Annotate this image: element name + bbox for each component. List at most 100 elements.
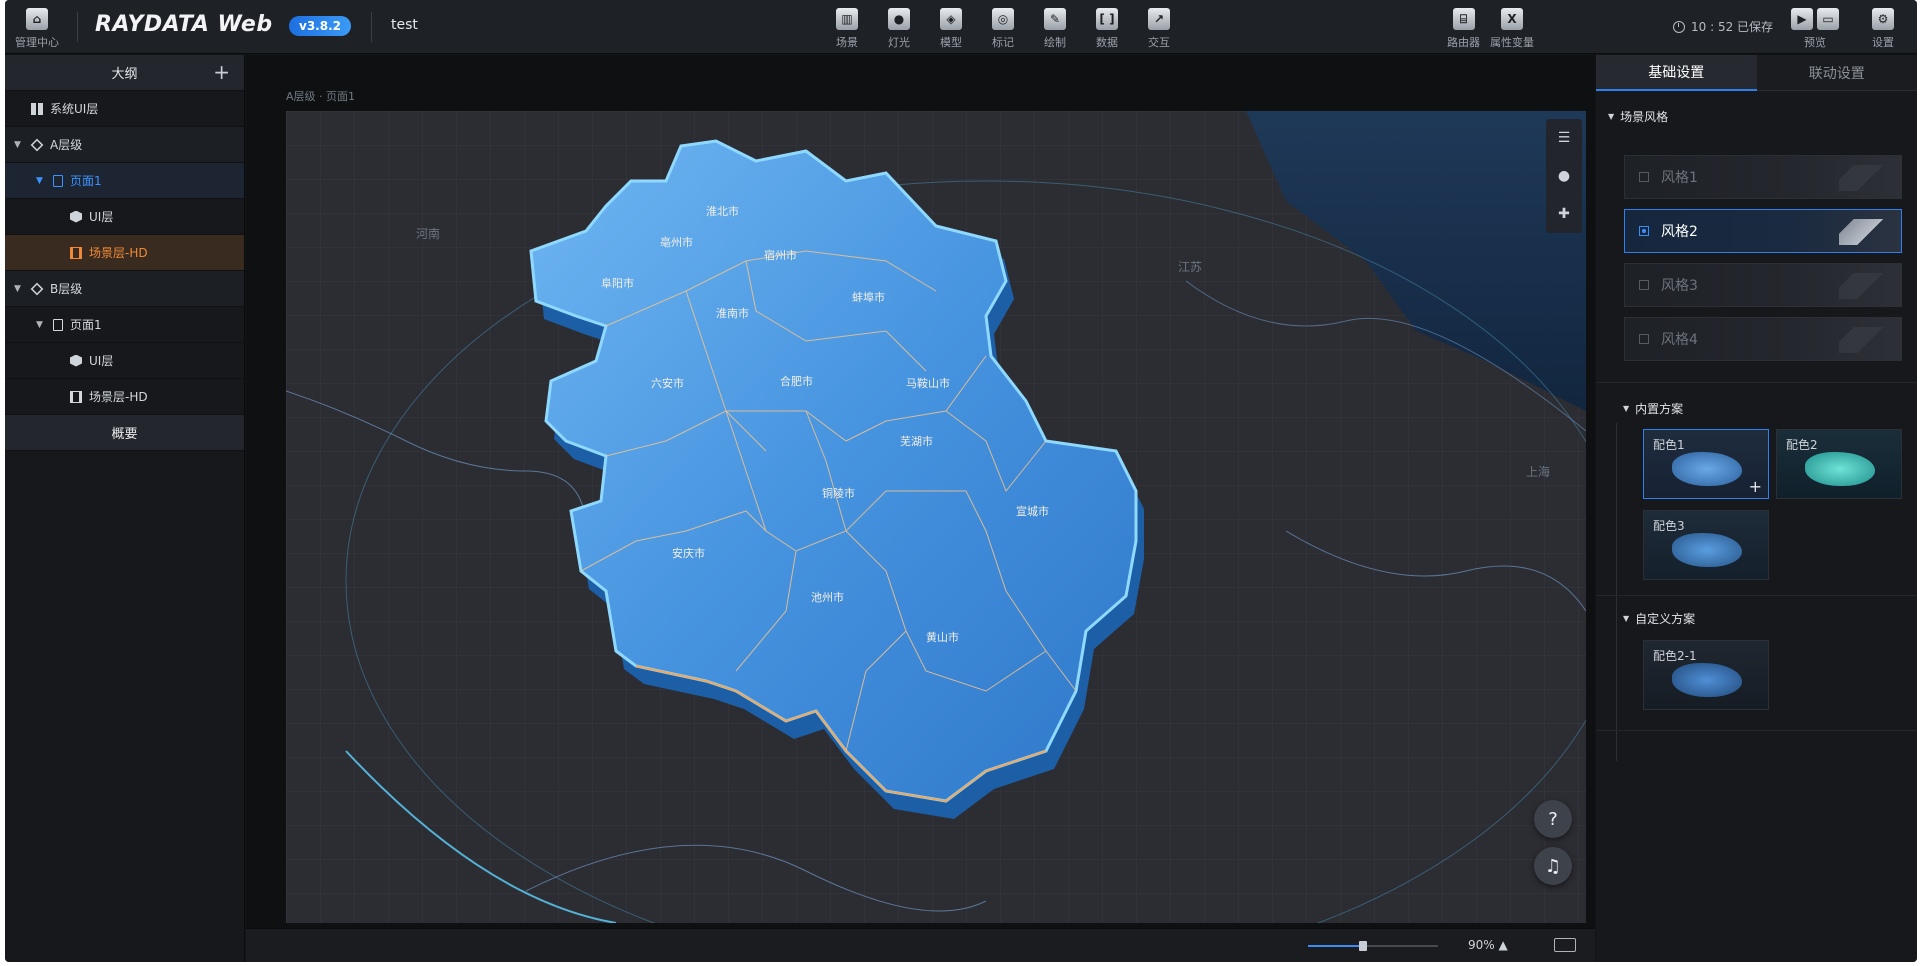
grid-icon (31, 102, 43, 115)
chevron-down-icon[interactable]: ▼ (14, 140, 21, 150)
city-label: 宣城市 (1016, 504, 1049, 518)
chevron-down-icon[interactable]: ▼ (36, 176, 43, 186)
add-layer-button[interactable]: + (213, 62, 230, 82)
radio-checkbox[interactable] (1639, 172, 1649, 182)
tab-basic-settings[interactable]: 基础设置 (1596, 55, 1757, 91)
tree-item-system-ui[interactable]: 系统UI层 (5, 91, 244, 127)
divider (77, 12, 78, 42)
region-label: 上海 (1526, 464, 1550, 479)
radio-checkbox[interactable] (1639, 280, 1649, 290)
style-option-2[interactable]: 风格2 (1624, 209, 1902, 253)
city-label: 安庆市 (672, 546, 705, 560)
divider (1596, 730, 1917, 731)
chevron-down-icon[interactable]: ▼ (14, 284, 21, 294)
tree-item-a-level[interactable]: ▼ A层级 (5, 127, 244, 163)
status-bar: 90% ▲ (246, 928, 1595, 962)
scene-layer-icon (70, 246, 82, 259)
scene-layer-icon (70, 390, 82, 403)
scene-tool-button[interactable]: ▥ 场景 (836, 8, 858, 50)
preview-button[interactable]: ▶ ▭ 预览 (1791, 8, 1839, 50)
tree-item-b-level[interactable]: ▼ B层级 (5, 271, 244, 307)
style-thumbnail (1839, 219, 1887, 245)
editor-canvas-area: A层级 · 页面1 安庆市 池州市 黄山市 宣城市 铜陵市 芜湖市 马鞍山市 合… (246, 55, 1595, 962)
color-scheme-1[interactable]: 配色1 + (1643, 429, 1769, 499)
zoom-slider-knob[interactable] (1358, 941, 1367, 951)
draw-tool-button[interactable]: ✎ 绘制 (1044, 8, 1066, 50)
city-label: 六安市 (651, 376, 684, 390)
help-button[interactable]: ? (1534, 800, 1572, 838)
indent-line (1616, 423, 1617, 645)
scheme-preview (1672, 452, 1742, 486)
city-label: 阜阳市 (601, 276, 634, 290)
custom-schemes-header[interactable]: ▼ 自定义方案 (1623, 603, 1695, 633)
city-label: 蚌埠市 (852, 290, 885, 304)
tree-item-a-page1[interactable]: ▼ 页面1 (5, 163, 244, 199)
zoom-level[interactable]: 90% ▲ (1468, 938, 1508, 952)
data-tool-button[interactable]: [ ] 数据 (1096, 8, 1118, 50)
marker-tool-button[interactable]: ◎ 标记 (992, 8, 1014, 50)
tree-item-b-scene-layer[interactable]: 场景层-HD (5, 379, 244, 415)
viewport-toolbar: ☰ ● ✚ (1546, 119, 1582, 233)
settings-button[interactable]: ⚙ 设置 (1872, 8, 1894, 50)
admin-center-button[interactable]: ⌂ 管理中心 (15, 8, 59, 50)
tree-item-b-page1[interactable]: ▼ 页面1 (5, 307, 244, 343)
plus-icon[interactable]: + (1749, 477, 1762, 496)
ui-layer-icon (70, 354, 82, 367)
color-scheme-3[interactable]: 配色3 (1643, 510, 1769, 580)
draw-icon: ✎ (1044, 8, 1066, 30)
tab-linkage-settings[interactable]: 联动设置 (1756, 55, 1917, 91)
tree-item-a-scene-layer[interactable]: 场景层-HD (5, 235, 244, 271)
outline-panel: 大纲 + 系统UI层 ▼ A层级 ▼ 页面1 UI层 场景层-HD ▼ B层级 … (5, 55, 245, 962)
data-icon: [ ] (1096, 8, 1118, 30)
home-icon: ⌂ (26, 8, 48, 30)
router-icon: ⌸ (1452, 8, 1475, 30)
chevron-down-icon[interactable]: ▼ (36, 320, 43, 330)
tree-item-b-ui-layer[interactable]: UI层 (5, 343, 244, 379)
caret-down-icon: ▼ (1623, 403, 1630, 413)
3d-map-scene[interactable]: 安庆市 池州市 黄山市 宣城市 铜陵市 芜湖市 马鞍山市 合肥市 六安市 淮南市… (286, 111, 1586, 923)
clock-icon (1673, 20, 1685, 33)
support-headset-button[interactable]: ♫ (1534, 847, 1572, 885)
top-toolbar: ⌂ 管理中心 RAYDATA Web v3.8.2 test ▥ 场景 ● 灯光… (5, 0, 1917, 54)
router-button[interactable]: ⌸ 路由器 (1447, 8, 1480, 50)
scheme-preview (1672, 533, 1742, 567)
color-scheme-2[interactable]: 配色2 (1776, 429, 1902, 499)
variable-x-icon: X (1501, 8, 1523, 30)
style-option-4[interactable]: 风格4 (1624, 317, 1902, 361)
overview-header[interactable]: 概要 (5, 415, 244, 451)
tree-item-a-ui-layer[interactable]: UI层 (5, 199, 244, 235)
style-option-3[interactable]: 风格3 (1624, 263, 1902, 307)
user-icon[interactable]: ● (1558, 168, 1570, 184)
divider (1596, 595, 1917, 596)
region-label: 江苏 (1178, 260, 1202, 274)
overview-title: 概要 (111, 427, 138, 442)
divider (371, 12, 372, 42)
radio-checkbox[interactable] (1639, 334, 1649, 344)
city-label: 淮南市 (716, 306, 749, 320)
interaction-tool-button[interactable]: ↗ 交互 (1148, 8, 1170, 50)
keyboard-icon[interactable] (1554, 938, 1576, 952)
model-icon: ◈ (940, 8, 962, 30)
city-label: 马鞍山市 (906, 376, 950, 390)
zoom-slider[interactable] (1308, 941, 1438, 951)
radio-checkbox[interactable] (1639, 226, 1649, 236)
light-tool-button[interactable]: ● 灯光 (888, 8, 910, 50)
app-logo: RAYDATA Web (95, 12, 273, 37)
version-badge: v3.8.2 (289, 16, 351, 36)
scene-style-section-header[interactable]: ▼ 场景风格 (1596, 101, 1917, 131)
scene-viewport[interactable]: 安庆市 池州市 黄山市 宣城市 铜陵市 芜湖市 马鞍山市 合肥市 六安市 淮南市… (286, 111, 1586, 923)
project-name[interactable]: test (391, 17, 418, 33)
city-label: 合肥市 (780, 374, 813, 388)
model-tool-button[interactable]: ◈ 模型 (940, 8, 962, 50)
builtin-schemes-header[interactable]: ▼ 内置方案 (1623, 393, 1683, 423)
save-status: 10 : 52 已保存 (1673, 18, 1773, 35)
style-option-1[interactable]: 风格1 (1624, 155, 1902, 199)
module-icon[interactable]: ✚ (1558, 206, 1570, 222)
attribute-variable-button[interactable]: X 属性变量 (1490, 8, 1534, 50)
custom-scheme-1[interactable]: 配色2-1 (1643, 640, 1769, 710)
style-thumbnail (1839, 327, 1887, 353)
page-icon (53, 318, 63, 331)
zoom-slider-fill (1308, 945, 1363, 947)
ui-layer-icon (70, 210, 82, 223)
sliders-icon[interactable]: ☰ (1558, 130, 1571, 146)
